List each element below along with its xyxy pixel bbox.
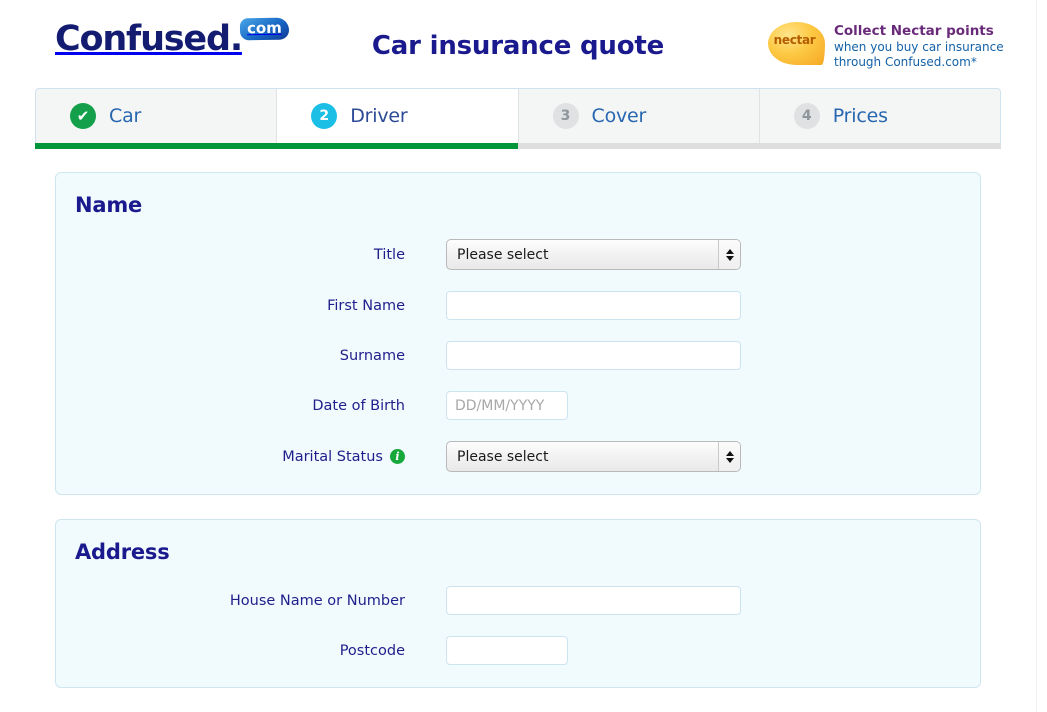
control-date-of-birth — [446, 391, 568, 420]
label-text: First Name — [327, 297, 405, 314]
label-date-of-birth: Date of Birth — [56, 398, 405, 414]
tab-label: Driver — [350, 105, 408, 127]
nectar-promo-copy: Collect Nectar points when you buy car i… — [834, 20, 1004, 71]
step-number-2: 2 — [311, 103, 338, 129]
select-value: Please select — [457, 448, 549, 465]
tab-car[interactable]: ✔ Car — [36, 89, 278, 143]
tab-badge-label: ✔ — [76, 106, 90, 125]
tab-label: Prices — [832, 105, 888, 127]
select-value: Please select — [457, 246, 549, 263]
label-house-name-or-number: House Name or Number — [56, 593, 405, 609]
control-marital-status: Please select — [446, 441, 741, 472]
tab-badge-label: 2 — [319, 108, 330, 124]
field-row-surname: Surname — [56, 341, 980, 370]
tab-cover[interactable]: 3 Cover — [518, 89, 760, 143]
tab-label: Cover — [591, 105, 647, 127]
label-text: Surname — [339, 347, 405, 364]
chevron-up-icon[interactable] — [725, 248, 734, 254]
panel-title: Address — [75, 540, 170, 564]
panel-name: Name Title Please select First Name Surname D… — [55, 172, 981, 495]
label-text: Date of Birth — [312, 397, 405, 414]
nectar-promo[interactable]: nectar Collect Nectar points when you bu… — [768, 20, 1004, 71]
progress-bar-fill — [35, 143, 518, 149]
label-marital-status: Marital Status i — [56, 449, 405, 465]
step-number-3: 3 — [552, 103, 579, 129]
input-surname[interactable] — [446, 341, 741, 370]
control-house-name-or-number — [446, 586, 741, 615]
site-header: Confused. com Car insurance quote nectar… — [0, 0, 1036, 88]
select-spinner-icon[interactable] — [718, 442, 740, 471]
label-text: Postcode — [339, 642, 405, 659]
field-row-title: Title Please select — [56, 239, 980, 270]
nectar-logo-label: nectar — [773, 33, 816, 47]
progress-bar — [35, 143, 1001, 149]
panel-address: Address House Name or Number Postcode — [55, 519, 981, 688]
control-postcode — [446, 636, 568, 665]
label-text: House Name or Number — [229, 592, 405, 609]
info-icon[interactable]: i — [390, 449, 405, 464]
control-title: Please select — [446, 239, 741, 270]
select-spinner-icon[interactable] — [718, 240, 740, 269]
chevron-down-icon[interactable] — [725, 255, 734, 261]
input-date-of-birth[interactable] — [446, 391, 568, 420]
tab-label: Car — [109, 105, 142, 127]
label-first-name: First Name — [56, 298, 405, 314]
tab-prices[interactable]: 4 Prices — [759, 89, 1000, 143]
input-first-name[interactable] — [446, 291, 741, 320]
chevron-down-icon[interactable] — [725, 457, 734, 463]
label-text: Marital Status — [282, 448, 383, 465]
form-sections: Name Title Please select First Name Surname D… — [0, 149, 1036, 688]
check-icon: ✔ — [70, 103, 96, 129]
label-title: Title — [56, 247, 405, 263]
page-container: Confused. com Car insurance quote nectar… — [0, 0, 1037, 712]
chevron-up-icon[interactable] — [725, 450, 734, 456]
nectar-promo-line1: when you buy car insurance — [834, 39, 1004, 54]
step-number-4: 4 — [793, 103, 820, 129]
field-row-marital-status: Marital Status i Please select — [56, 441, 980, 472]
input-house-name-or-number[interactable] — [446, 586, 741, 615]
label-postcode: Postcode — [56, 643, 405, 659]
label-surname: Surname — [56, 348, 405, 364]
tab-driver[interactable]: 2 Driver — [277, 89, 519, 143]
field-row-house-name-or-number: House Name or Number — [56, 586, 980, 615]
nectar-promo-headline: Collect Nectar points — [834, 23, 994, 39]
quote-step-tabs: ✔ Car 2 Driver 3 Cover 4 Prices — [35, 88, 1001, 143]
field-row-postcode: Postcode — [56, 636, 980, 665]
nectar-promo-line2: through Confused.com* — [834, 55, 977, 70]
field-row-date-of-birth: Date of Birth — [56, 391, 980, 420]
tab-badge-label: 3 — [560, 108, 571, 124]
label-text: Title — [373, 246, 405, 263]
select-title[interactable]: Please select — [446, 239, 741, 270]
select-marital-status[interactable]: Please select — [446, 441, 741, 472]
nectar-logo-icon: nectar — [768, 22, 825, 65]
control-surname — [446, 341, 741, 370]
tab-badge-label: 4 — [801, 108, 812, 124]
control-first-name — [446, 291, 741, 320]
field-row-first-name: First Name — [56, 291, 980, 320]
input-postcode[interactable] — [446, 636, 568, 665]
panel-title: Name — [75, 193, 143, 217]
